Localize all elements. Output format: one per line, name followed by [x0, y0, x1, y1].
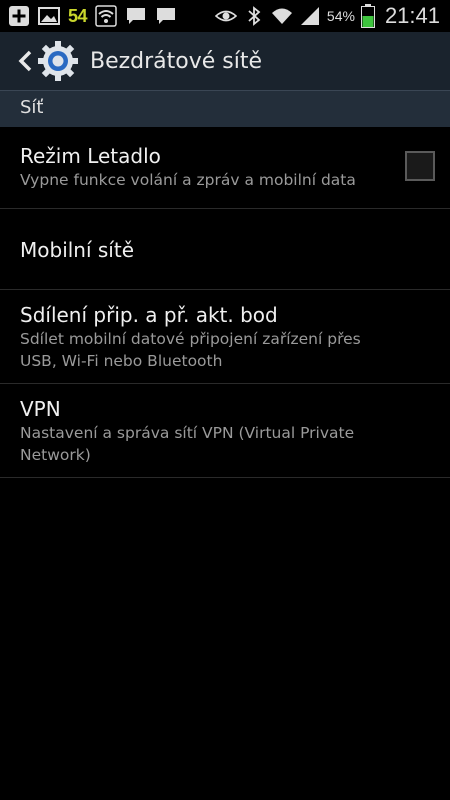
list-item-mobile-networks[interactable]: Mobilní sítě	[0, 209, 450, 290]
clock: 21:41	[384, 3, 440, 28]
status-bar: 54 54% 21:41	[0, 0, 450, 32]
list-item-summary-line-1: Sdílet mobilní datové připojení zařízení…	[20, 330, 361, 348]
list-item-summary-line-2: USB, Wi-Fi nebo Bluetooth	[20, 352, 223, 370]
battery-charging-icon	[360, 4, 375, 28]
settings-gear-icon	[38, 41, 78, 81]
list-item-summary: Vypne funkce volání a zpráv a mobilní da…	[20, 171, 356, 189]
back-arrow-icon	[18, 50, 32, 72]
action-bar: Bezdrátové sítě	[0, 32, 450, 90]
page-title: Bezdrátové sítě	[90, 48, 263, 74]
chat-icon	[127, 8, 146, 24]
list-item-summary-line-2: Network)	[20, 446, 91, 464]
gallery-icon	[38, 7, 60, 25]
list-item-title: Sdílení přip. a př. akt. bod	[20, 303, 278, 327]
wifi-notification-icon	[95, 5, 117, 27]
signal-icon	[300, 7, 319, 25]
list-item-vpn[interactable]: VPN Nastavení a správa sítí VPN (Virtual…	[0, 384, 450, 478]
section-header-network: Síť	[0, 90, 450, 127]
settings-list: Režim Letadlo Vypne funkce volání a zprá…	[0, 126, 450, 478]
airplane-mode-checkbox[interactable]	[405, 151, 435, 181]
battery-percent: 54%	[326, 8, 355, 24]
list-item-tethering-hotspot[interactable]: Sdílení přip. a př. akt. bod Sdílet mobi…	[0, 290, 450, 384]
add-box-icon	[9, 6, 29, 26]
eye-icon	[214, 10, 237, 22]
back-button[interactable]	[4, 32, 32, 90]
wifi-icon	[271, 8, 292, 24]
notification-count: 54	[68, 5, 88, 26]
section-header-label: Síť	[20, 97, 44, 118]
list-item-title: Mobilní sítě	[20, 238, 135, 262]
chat-icon	[157, 8, 176, 24]
list-item-airplane-mode[interactable]: Režim Letadlo Vypne funkce volání a zprá…	[0, 126, 450, 209]
list-item-title: Režim Letadlo	[20, 144, 161, 168]
list-item-title: VPN	[20, 397, 61, 421]
list-item-summary-line-1: Nastavení a správa sítí VPN (Virtual Pri…	[20, 424, 355, 442]
bluetooth-icon	[248, 6, 261, 26]
